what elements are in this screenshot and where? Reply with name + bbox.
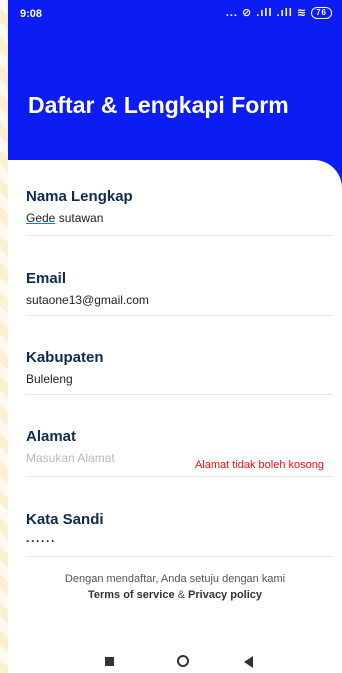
kabupaten-input[interactable]: Buleleng [26, 372, 332, 386]
recent-apps-icon[interactable] [105, 657, 114, 666]
status-time: 9:08 [20, 8, 43, 20]
terms-text: Dengan mendaftar, Anda setuju dengan kam… [8, 573, 342, 601]
input-underline [26, 315, 332, 316]
email-input[interactable]: sutaone13@gmail.com [26, 293, 332, 307]
terms-line: Dengan mendaftar, Anda setuju dengan kam… [64, 573, 286, 585]
field-kata-sandi: Kata Sandi ······ [26, 511, 332, 557]
field-alamat: Alamat Masukan Alamat Alamat tidak boleh… [26, 428, 332, 477]
field-label: Kabupaten [26, 349, 104, 366]
password-input[interactable]: ······ [26, 534, 332, 548]
privacy-policy-link[interactable]: Privacy policy [188, 589, 262, 601]
field-label: Kata Sandi [26, 511, 104, 528]
terms-of-service-link[interactable]: Terms of service [88, 589, 175, 601]
signal-wifi-icons: ... ⊘ .ıll .ıll ≋ [225, 7, 308, 19]
input-underline [26, 235, 332, 236]
ampersand: & [174, 589, 189, 601]
input-underline [26, 476, 332, 477]
field-email: Email sutaone13@gmail.com [26, 270, 332, 316]
input-underline [26, 394, 332, 395]
nama-lengkap-input[interactable]: Gede sutawan [26, 211, 332, 225]
error-message: Alamat tidak boleh kosong [194, 459, 324, 471]
home-icon[interactable] [177, 655, 189, 667]
input-text: sutawan [55, 211, 104, 225]
input-text-underlined: Gede [26, 211, 56, 225]
terms-links: Terms of service & Privacy policy [8, 589, 342, 601]
field-nama-lengkap: Nama Lengkap Gede sutawan [26, 188, 332, 236]
page-title: Daftar & Lengkapi Form [28, 92, 289, 118]
navigation-bar [8, 648, 342, 673]
field-label: Email [26, 270, 67, 287]
back-icon[interactable] [244, 656, 253, 668]
field-label: Alamat [26, 428, 77, 445]
status-icons: ... ⊘ .ıll .ıll ≋ 76 [226, 6, 332, 19]
input-underline [26, 556, 332, 557]
field-kabupaten: Kabupaten Buleleng [26, 349, 332, 395]
app-screen: 9:08 ... ⊘ .ıll .ıll ≋ 76 Daftar & Lengk… [0, 0, 342, 673]
battery-icon: 76 [311, 6, 332, 19]
status-bar: 9:08 ... ⊘ .ıll .ıll ≋ 76 [8, 0, 342, 26]
field-label: Nama Lengkap [26, 188, 133, 205]
